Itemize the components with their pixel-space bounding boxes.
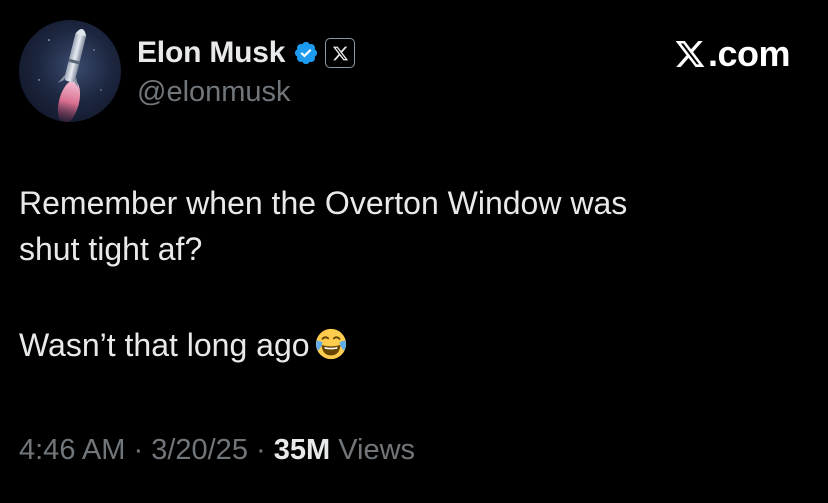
meta-separator: · bbox=[125, 434, 152, 466]
x-logo-icon bbox=[675, 41, 705, 67]
rocket-avatar-icon bbox=[38, 29, 102, 122]
tweet-time[interactable]: 4:46 AM bbox=[19, 434, 125, 466]
brand-domain-text: .com bbox=[707, 33, 791, 74]
tweet-text-line: Remember when the Overton Window was bbox=[19, 185, 628, 221]
tweet-text-line-with-emoji: Wasn’t that long ago bbox=[19, 322, 809, 368]
tweet-text-line: shut tight af? bbox=[19, 231, 203, 267]
author-display-name[interactable]: Elon Musk bbox=[137, 36, 285, 70]
views-label[interactable]: Views bbox=[330, 434, 415, 466]
author-handle[interactable]: @elonmusk bbox=[137, 76, 291, 109]
tweet-text-line: Wasn’t that long ago bbox=[19, 327, 310, 363]
author-name-row: Elon Musk bbox=[137, 31, 356, 75]
verified-check-icon[interactable] bbox=[293, 40, 319, 66]
affiliate-x-badge[interactable] bbox=[325, 38, 356, 68]
views-count[interactable]: 35M bbox=[274, 434, 330, 466]
tweet-text: Remember when the Overton Window was shu… bbox=[19, 180, 809, 368]
meta-separator: · bbox=[247, 434, 274, 466]
x-logo-icon bbox=[332, 46, 348, 60]
face-with-tears-of-joy-icon bbox=[315, 328, 346, 360]
avatar[interactable] bbox=[19, 20, 121, 122]
tweet-date[interactable]: 3/20/25 bbox=[151, 434, 248, 466]
tweet-card: Elon Musk @elonmusk .com Remember when t… bbox=[0, 0, 828, 503]
tweet-meta: 4:46 AM · 3/20/25 · 35M Views bbox=[19, 434, 415, 467]
brand-watermark: .com bbox=[674, 32, 791, 76]
